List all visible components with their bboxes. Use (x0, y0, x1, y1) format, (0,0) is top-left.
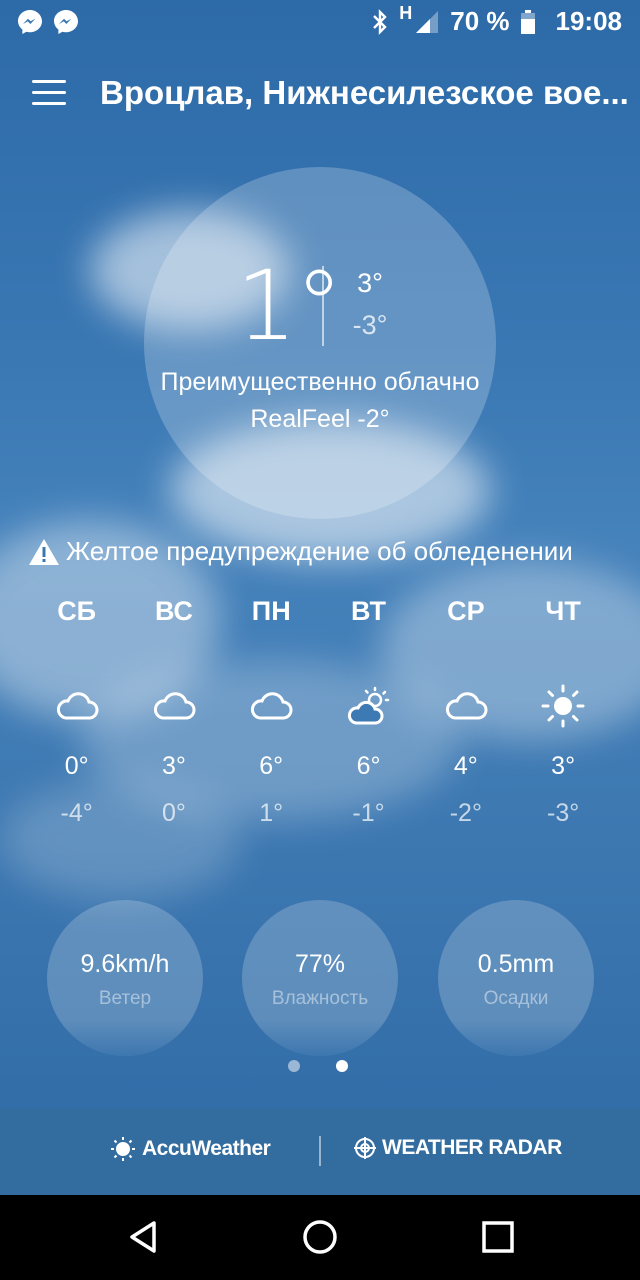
day-high: 4° (453, 752, 478, 780)
partly-sunny-icon (347, 686, 389, 725)
daily-forecast: СБ 0° -4° ВС 3° 0° ПН 6° 1° ВТ 6° -1° СР… (28, 596, 612, 828)
precipitation-value: 0.5mm (477, 950, 555, 978)
app-header: Вроцлав, Нижнесилезское вое... (0, 60, 640, 130)
weather-alert[interactable]: Желтое предупреждение об обледенении (28, 536, 573, 567)
footer-bar: AccuWeather WEATHER RADAR (0, 1108, 640, 1195)
day-high: 3° (551, 752, 576, 780)
day-name: СБ (57, 596, 97, 626)
page-indicator (288, 1060, 348, 1072)
cloud-icon (56, 692, 99, 720)
day-name: ПН (251, 596, 291, 626)
messenger-icon (54, 10, 78, 34)
day-name: ВТ (351, 596, 387, 626)
day-name: ВС (154, 596, 193, 626)
precipitation-metric[interactable]: 0.5mm Осадки (438, 900, 594, 1056)
condition-text: Преимущественно облачно (160, 368, 480, 396)
accuweather-logo-icon (111, 1137, 135, 1161)
humidity-metric[interactable]: 77% Влажность (242, 900, 398, 1056)
cloud-icon (251, 692, 293, 720)
signal-icon (416, 10, 439, 33)
day-low: -4° (60, 799, 93, 827)
status-bar: H 70 % 19:08 (0, 0, 640, 46)
day-high: 6° (259, 752, 284, 780)
weather-screen: H 70 % 19:08 Вроцлав, Нижнесилезское вое… (0, 0, 640, 1195)
humidity-label: Влажность (271, 988, 369, 1009)
menu-icon[interactable] (32, 80, 66, 106)
humidity-value: 77% (294, 950, 346, 978)
back-icon[interactable] (124, 1217, 164, 1257)
current-temperature: 1° (236, 250, 343, 362)
forecast-day[interactable]: ПН 6° 1° (223, 596, 320, 828)
precipitation-label: Осадки (483, 988, 549, 1009)
page-dot-active[interactable] (336, 1060, 348, 1072)
sun-icon (541, 684, 585, 728)
messenger-icon (18, 10, 42, 34)
radar-icon (354, 1137, 376, 1159)
wind-metric[interactable]: 9.6km/h Ветер (47, 900, 203, 1056)
today-low: -3° (352, 310, 388, 340)
day-high: 6° (356, 752, 381, 780)
day-low: -1° (352, 799, 385, 827)
forecast-day[interactable]: ЧТ 3° -3° (514, 596, 611, 828)
weather-radar-link[interactable]: WEATHER RADAR (354, 1136, 562, 1160)
day-low: 0° (161, 799, 186, 827)
accuweather-label: AccuWeather (142, 1137, 271, 1160)
cloud-icon (153, 692, 196, 720)
clock: 19:08 (555, 6, 623, 36)
battery-percent: 70 % (450, 6, 510, 36)
day-high: 0° (64, 752, 89, 780)
forecast-day[interactable]: ВТ 6° -1° (320, 596, 417, 828)
forecast-day[interactable]: СР 4° -2° (417, 596, 514, 828)
network-type: H (399, 3, 413, 23)
forecast-day[interactable]: СБ 0° -4° (28, 596, 125, 828)
day-high: 3° (161, 752, 186, 780)
weather-radar-label: WEATHER RADAR (382, 1136, 562, 1159)
battery-icon (520, 9, 535, 34)
today-high: 3° (357, 268, 383, 298)
accuweather-link[interactable]: AccuWeather (110, 1136, 271, 1162)
location-title[interactable]: Вроцлав, Нижнесилезское вое... (100, 74, 640, 112)
day-low: 1° (259, 799, 284, 827)
recents-icon[interactable] (478, 1217, 518, 1257)
page-dot[interactable] (288, 1060, 300, 1072)
home-icon[interactable] (300, 1217, 340, 1257)
wind-value: 9.6km/h (80, 950, 170, 978)
day-low: -3° (547, 799, 580, 827)
day-low: -2° (449, 799, 482, 827)
day-name: СР (447, 596, 485, 626)
realfeel-text: RealFeel -2° (250, 405, 390, 433)
alert-text: Желтое предупреждение об обледенении (66, 536, 573, 566)
footer-divider (319, 1136, 321, 1166)
forecast-day[interactable]: ВС 3° 0° (125, 596, 222, 828)
cloud-icon (445, 692, 488, 720)
warning-icon (29, 538, 59, 565)
system-navigation-bar (0, 1195, 640, 1280)
wind-label: Ветер (98, 988, 152, 1009)
day-name: ЧТ (545, 596, 581, 626)
bluetooth-icon (373, 8, 387, 35)
temp-divider (322, 266, 324, 346)
